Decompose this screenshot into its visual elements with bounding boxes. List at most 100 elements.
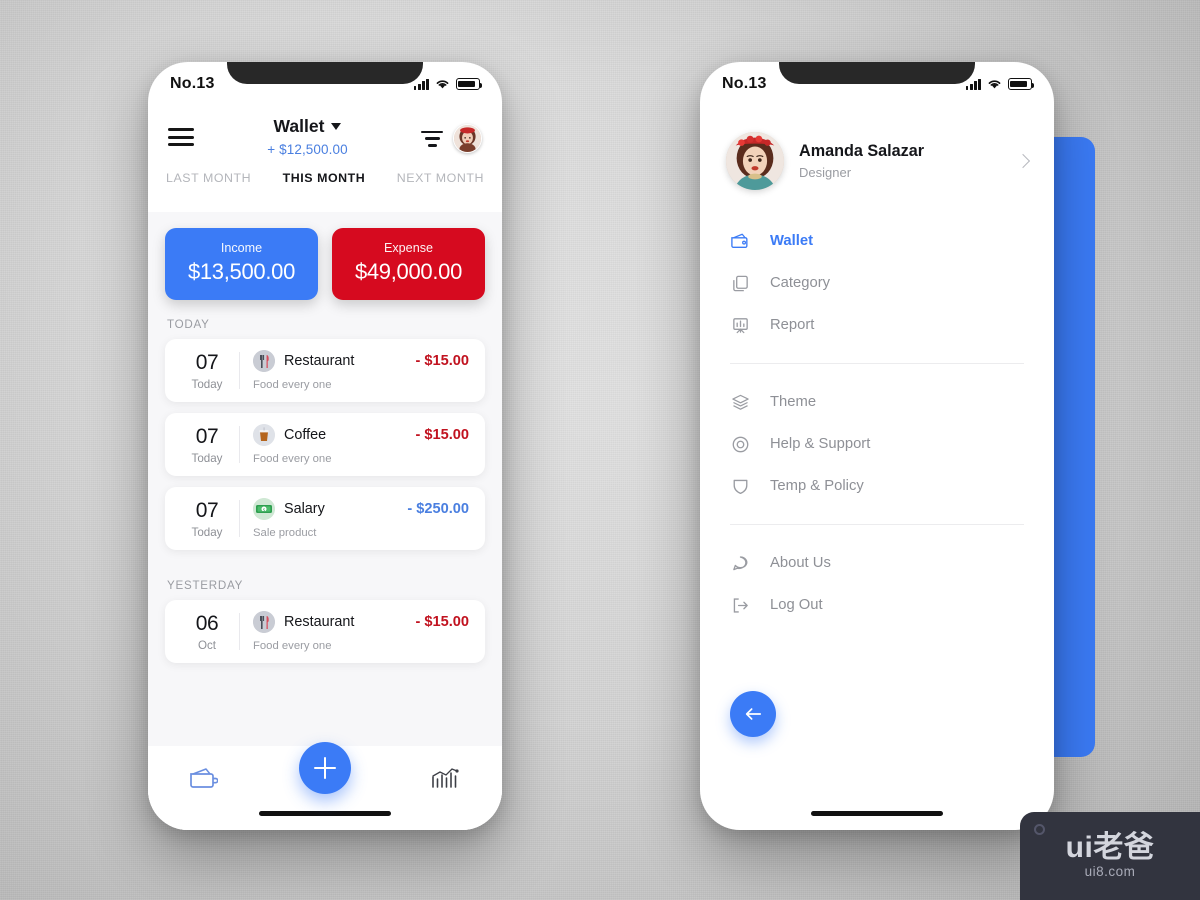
section-label-yesterday: YESTERDAY: [167, 579, 244, 592]
transaction-day: 06: [195, 611, 219, 635]
battery-icon: [456, 78, 483, 90]
drawer-phone: No.13 Amanda Salazar Designer Wallet Cat…: [700, 62, 1054, 830]
wallet-icon: [190, 767, 219, 788]
expense-value: $49,000.00: [354, 259, 463, 284]
sidebar-item-label: Wallet: [770, 233, 814, 249]
back-button[interactable]: [730, 691, 776, 737]
transaction-name: Coffee: [284, 427, 327, 443]
transaction-date: 07 Today: [179, 499, 235, 539]
transaction-date: 07 Today: [179, 351, 235, 391]
watermark-title: ui老爸: [1065, 831, 1155, 864]
status-bar: No.13: [148, 62, 502, 106]
hamburger-icon[interactable]: [168, 128, 194, 146]
transaction-date: 07 Today: [179, 425, 235, 465]
logout-icon: [730, 595, 750, 615]
sidebar-item-help-support[interactable]: Help & Support: [700, 423, 1054, 465]
layers-icon: [730, 392, 750, 412]
add-transaction-button[interactable]: [299, 742, 351, 794]
transaction-note: Food every one: [253, 453, 332, 465]
divider: [239, 426, 240, 463]
filter-icon[interactable]: [421, 130, 443, 147]
restaurant-icon: [253, 611, 275, 633]
wallet-title-dropdown[interactable]: Wallet: [274, 116, 342, 137]
transaction-day: 07: [195, 498, 219, 522]
income-value: $13,500.00: [187, 259, 296, 284]
divider: [730, 363, 1024, 364]
avatar[interactable]: [453, 124, 482, 153]
expense-card[interactable]: Expense $49,000.00: [332, 228, 485, 300]
transaction-day: 07: [195, 424, 219, 448]
sidebar-item-temp-policy[interactable]: Temp & Policy: [700, 465, 1054, 507]
chat-bubble-icon: [730, 553, 750, 573]
transaction-day-label: Today: [191, 525, 223, 539]
report-icon: [730, 315, 750, 335]
transaction-note: Sale product: [253, 527, 317, 539]
chevron-down-icon: [331, 123, 342, 130]
wallet-phone: No.13 Wallet + $12,500.00 LAST MONTH THI…: [148, 62, 502, 830]
sidebar-item-about-us[interactable]: About Us: [700, 542, 1054, 584]
restaurant-icon: [253, 350, 275, 372]
transaction-day: 07: [195, 350, 219, 374]
avatar: [726, 132, 784, 190]
divider: [239, 613, 240, 650]
transaction-name: Salary: [284, 501, 325, 517]
salary-icon: $: [253, 498, 275, 520]
bar-chart-icon: [432, 768, 459, 788]
transaction-day-label: Oct: [197, 638, 217, 652]
battery-icon: [1008, 78, 1035, 90]
sidebar-item-label: Theme: [770, 394, 817, 410]
sidebar-item-wallet[interactable]: Wallet: [700, 220, 1054, 262]
expense-label: Expense: [383, 241, 433, 255]
chevron-right-icon[interactable]: [1015, 153, 1031, 169]
sidebar-item-theme[interactable]: Theme: [700, 381, 1054, 423]
category-icon: [730, 273, 750, 293]
income-label: Income: [220, 241, 263, 255]
sidebar-item-label: Report: [770, 317, 815, 333]
arrow-left-icon: [745, 708, 762, 720]
sidebar-item-log-out[interactable]: Log Out: [700, 584, 1054, 626]
transaction-amount: - $15.00: [415, 614, 469, 630]
profile-name: Amanda Salazar: [799, 142, 925, 160]
wallet-icon: [730, 231, 750, 251]
transaction-day-label: Today: [191, 377, 223, 391]
table-row[interactable]: 07 Today Coffee - $15.00 Food every one: [165, 413, 485, 476]
table-row[interactable]: 07 Today $ Salary - $250.00 Sale product: [165, 487, 485, 550]
transaction-note: Food every one: [253, 379, 332, 391]
signal-icon: [965, 78, 981, 90]
divider: [239, 352, 240, 389]
month-tabs: LAST MONTH THIS MONTH NEXT MONTH: [148, 157, 502, 185]
transaction-note: Food every one: [253, 640, 332, 652]
profile-row[interactable]: Amanda Salazar Designer: [700, 106, 1054, 190]
nav-wallet-button[interactable]: [188, 766, 219, 797]
wifi-icon: [436, 80, 449, 89]
divider: [239, 500, 240, 537]
watermark: ui老爸 ui8.com: [1020, 812, 1200, 900]
tab-this-month[interactable]: THIS MONTH: [283, 171, 366, 185]
help-circle-icon: [730, 434, 750, 454]
signal-icon: [413, 78, 429, 90]
watermark-dot-icon: [1034, 824, 1045, 835]
nav-report-button[interactable]: [430, 765, 462, 797]
transaction-date: 06 Oct: [179, 612, 235, 652]
transaction-amount: - $15.00: [415, 353, 469, 369]
sidebar-item-label: Log Out: [770, 597, 823, 613]
home-indicator: [259, 811, 391, 816]
tab-next-month[interactable]: NEXT MONTH: [397, 171, 484, 185]
transactions-scroll-area[interactable]: Income $13,500.00 Expense $49,000.00 TOD…: [148, 212, 502, 830]
sidebar-item-category[interactable]: Category: [700, 262, 1054, 304]
table-row[interactable]: 07 Today Restaurant - $15.00 Food every …: [165, 339, 485, 402]
status-bar: No.13: [700, 62, 1054, 106]
page-title: Wallet: [273, 116, 325, 136]
drawer-menu: Wallet Category Report Theme Help & Supp…: [700, 190, 1054, 626]
sidebar-item-label: About Us: [770, 555, 831, 571]
status-carrier: No.13: [170, 75, 215, 92]
sidebar-item-report[interactable]: Report: [700, 304, 1054, 346]
home-indicator: [811, 811, 943, 816]
watermark-url: ui8.com: [1084, 864, 1136, 879]
table-row[interactable]: 06 Oct Restaurant - $15.00 Food every on…: [165, 600, 485, 663]
balance-amount: + $12,500.00: [267, 142, 348, 157]
income-card[interactable]: Income $13,500.00: [165, 228, 318, 300]
tab-last-month[interactable]: LAST MONTH: [166, 171, 251, 185]
sidebar-item-label: Help & Support: [770, 436, 871, 452]
sidebar-item-label: Category: [770, 275, 831, 291]
